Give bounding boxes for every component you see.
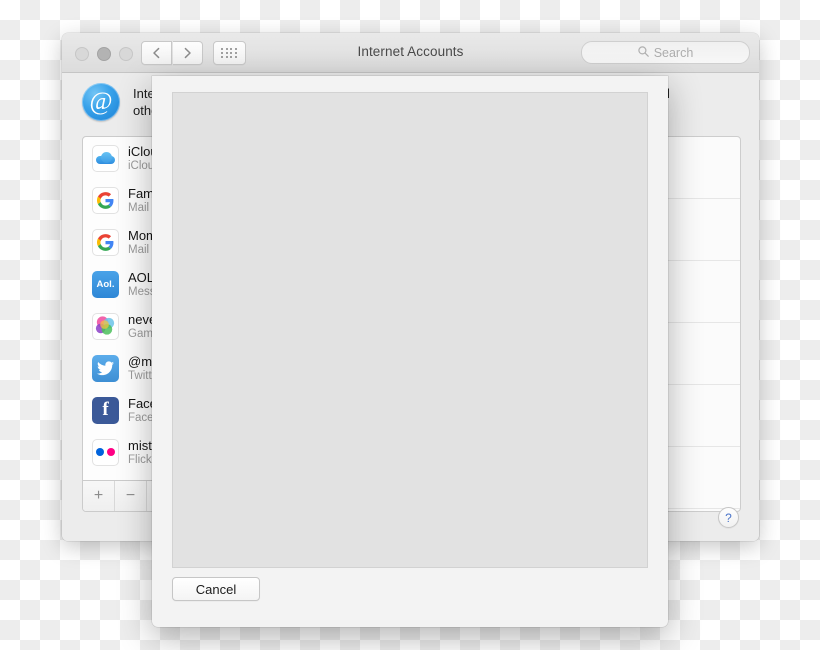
search-icon (637, 44, 649, 62)
sheet-content-area (172, 92, 648, 568)
icloud-icon (92, 144, 119, 172)
twitter-icon (92, 354, 119, 382)
flickr-icon (92, 438, 119, 466)
window-titlebar: Internet Accounts Search (62, 33, 759, 73)
remove-account-button[interactable]: − (115, 481, 147, 511)
help-button[interactable]: ? (718, 507, 739, 528)
at-sign-icon: @ (82, 82, 120, 121)
aol-icon: Aol. (92, 270, 119, 298)
google-icon (92, 186, 119, 214)
screenshot-root: Internet Accounts Search @ Internet Acco… (0, 0, 820, 650)
game-center-icon (92, 312, 119, 340)
facebook-icon: f (92, 396, 119, 424)
modal-sheet: Cancel (152, 76, 668, 627)
search-field[interactable]: Search (581, 41, 750, 64)
search-placeholder: Search (653, 45, 694, 60)
google-icon (92, 228, 119, 256)
add-account-button[interactable]: + (83, 481, 115, 511)
sheet-footer: Cancel (152, 568, 668, 627)
cancel-button[interactable]: Cancel (172, 577, 260, 601)
